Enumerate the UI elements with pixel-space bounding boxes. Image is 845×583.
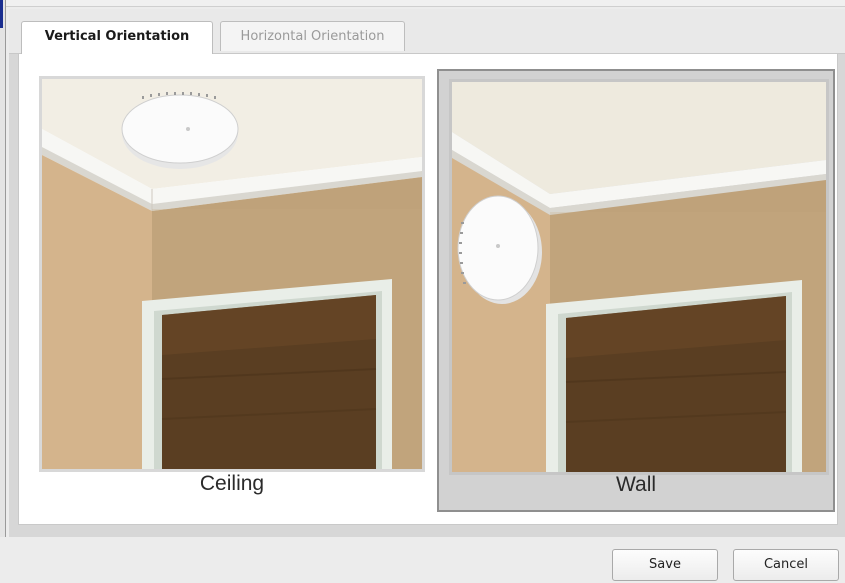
tab-horizontal-orientation[interactable]: Horizontal Orientation — [220, 21, 405, 51]
window-accent — [0, 0, 3, 28]
ceiling-option-label: Ceiling — [199, 472, 265, 495]
tab-vertical-orientation[interactable]: Vertical Orientation — [21, 21, 213, 54]
tab-panel: Ceiling Wall — [18, 54, 838, 525]
save-button[interactable]: Save — [612, 549, 718, 581]
tab-strip: Vertical Orientation Horizontal Orientat… — [9, 9, 845, 54]
wall-mount-option[interactable]: Wall — [437, 69, 835, 512]
orientation-dialog: Vertical Orientation Horizontal Orientat… — [9, 9, 845, 537]
cancel-button[interactable]: Cancel — [733, 549, 839, 581]
window-edge — [0, 0, 6, 583]
dialog-footer: Save Cancel — [0, 537, 845, 583]
ceiling-mount-image — [39, 76, 425, 472]
wall-option-label: Wall — [615, 473, 657, 496]
wall-mount-image — [449, 79, 829, 475]
window-top-edge — [6, 0, 845, 7]
ceiling-mount-option[interactable]: Ceiling — [39, 76, 425, 514]
